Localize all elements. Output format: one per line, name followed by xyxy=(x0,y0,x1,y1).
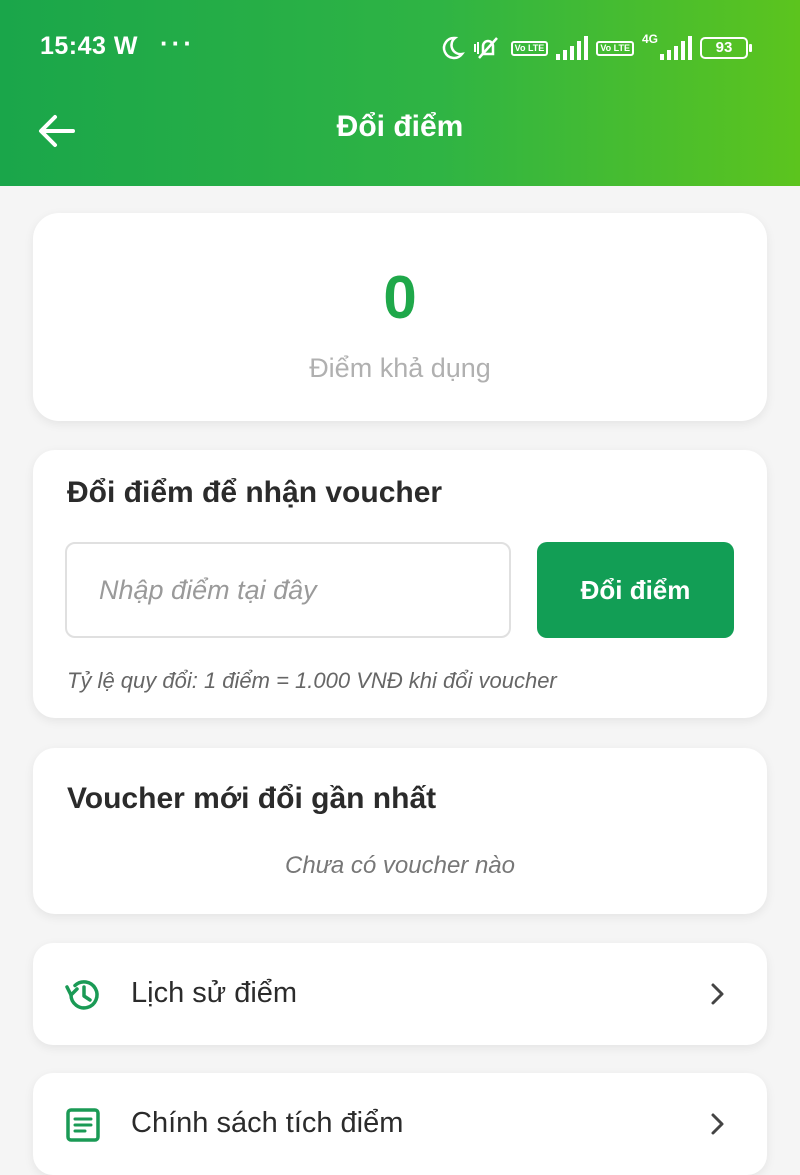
status-more-dots: ··· xyxy=(160,28,195,58)
recent-vouchers-card: Voucher mới đổi gần nhất Chưa có voucher… xyxy=(33,748,767,914)
moon-icon xyxy=(439,35,465,61)
menu-item-points-history[interactable]: Lịch sử điểm xyxy=(33,943,767,1045)
mute-bell-icon xyxy=(473,34,503,62)
network-type: 4G xyxy=(641,32,658,46)
empty-vouchers-text: Chưa có voucher nào xyxy=(284,852,515,879)
battery-level: 93 xyxy=(700,37,748,59)
available-points-card: 0 Điểm khả dụng xyxy=(33,213,767,421)
app-header: 15:43 W ··· Vo LTE Vo LTE 4G 93 Đổi điểm xyxy=(0,0,800,186)
points-input[interactable] xyxy=(65,542,511,638)
exchange-rate-note: Tỷ lệ quy đổi: 1 điểm = 1.000 VNĐ khi đổ… xyxy=(67,668,557,693)
signal-bars-icon-1 xyxy=(556,36,589,60)
volte-badge-2: Vo LTE xyxy=(596,40,634,56)
menu-label-points-history: Lịch sử điểm xyxy=(131,977,298,1009)
signal-bars-icon-2 xyxy=(660,36,692,60)
status-icons: Vo LTE Vo LTE 4G 93 xyxy=(439,32,752,64)
menu-label-points-policy: Chính sách tích điểm xyxy=(131,1107,404,1139)
document-icon xyxy=(63,1105,103,1145)
points-value: 0 xyxy=(383,264,417,331)
redeem-title: Đổi điểm để nhận voucher xyxy=(67,476,443,509)
volte-badge-1: Vo LTE xyxy=(510,40,549,56)
status-bar: 15:43 W ··· Vo LTE Vo LTE 4G 93 xyxy=(0,28,800,68)
redeem-voucher-card: Đổi điểm để nhận voucher Đổi điểm Tỷ lệ … xyxy=(33,450,767,718)
chevron-right-icon xyxy=(711,1113,724,1135)
menu-item-points-policy[interactable]: Chính sách tích điểm xyxy=(33,1073,767,1175)
redeem-button[interactable]: Đổi điểm xyxy=(537,542,734,638)
chevron-right-icon xyxy=(711,983,724,1005)
battery-icon: 93 xyxy=(700,37,752,59)
status-time: 15:43 W xyxy=(40,32,138,60)
page-title: Đổi điểm xyxy=(336,110,464,143)
points-label: Điểm khả dụng xyxy=(309,353,491,383)
history-icon xyxy=(63,975,103,1015)
recent-vouchers-title: Voucher mới đổi gần nhất xyxy=(67,782,437,815)
nav-bar: Đổi điểm xyxy=(0,100,800,160)
